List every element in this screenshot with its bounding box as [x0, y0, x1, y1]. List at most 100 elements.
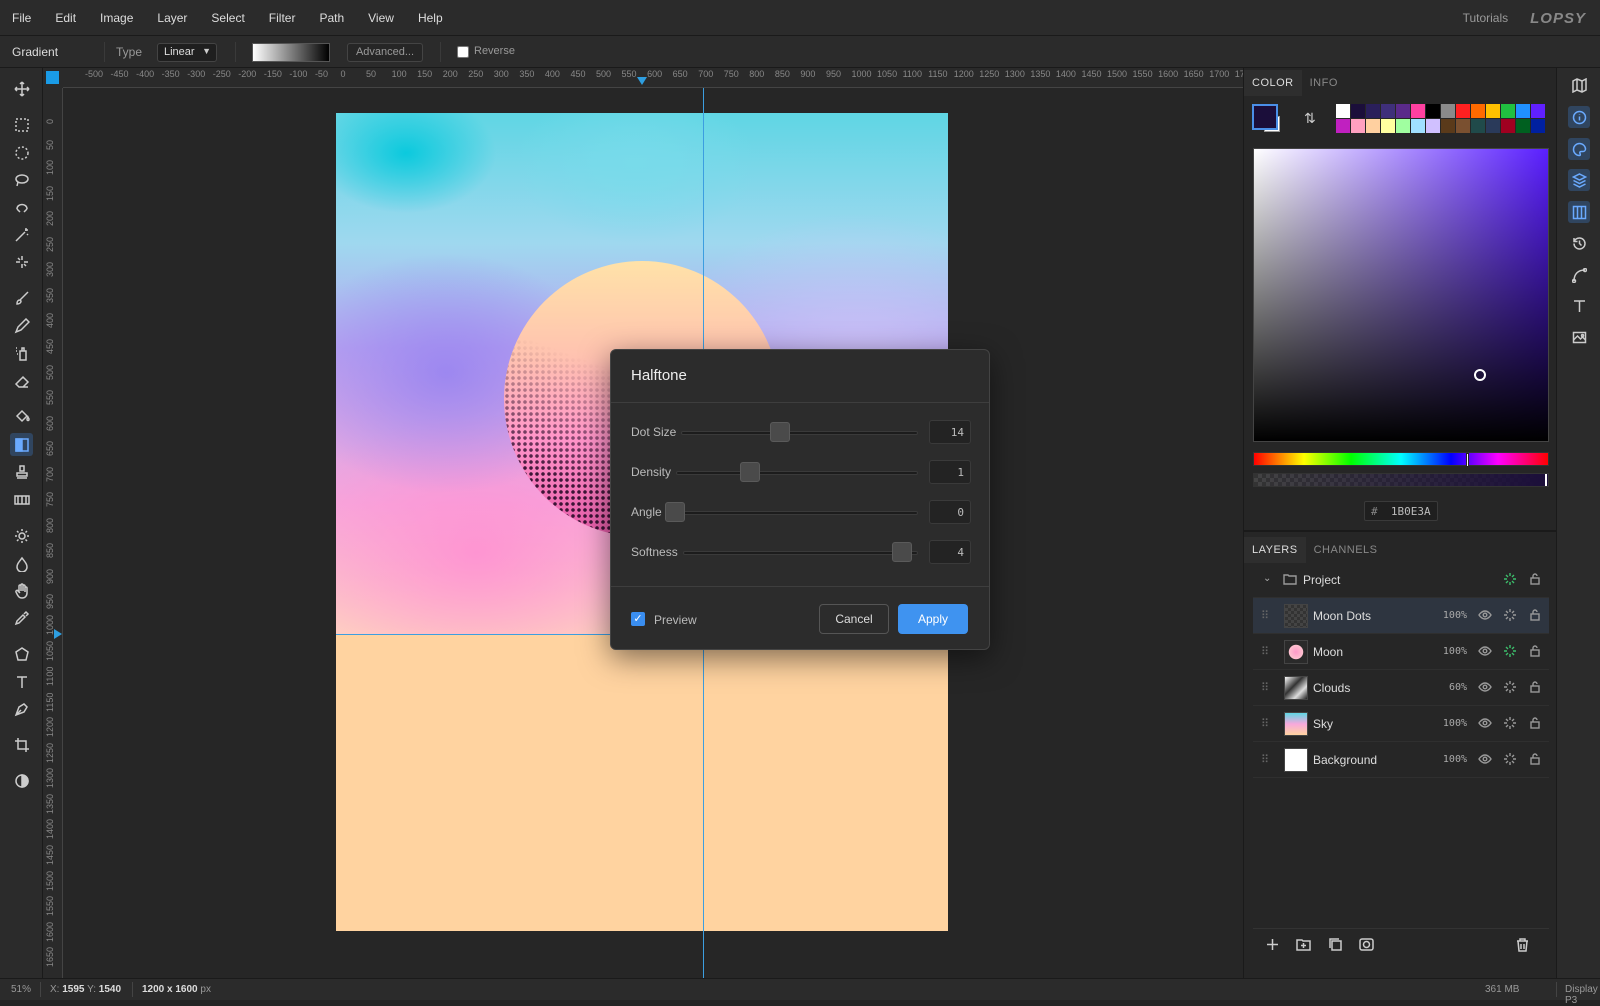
- color-swatch[interactable]: [1501, 104, 1515, 118]
- chevron-down-icon[interactable]: ⌄: [1263, 573, 1271, 584]
- drag-handle-icon[interactable]: ⠿: [1261, 609, 1269, 622]
- layer-opacity[interactable]: 100%: [1443, 610, 1467, 621]
- paths-icon[interactable]: [1568, 264, 1590, 286]
- alpha-slider[interactable]: [1253, 473, 1549, 487]
- layer-row-sky[interactable]: ⠿ Sky 100%: [1253, 706, 1549, 742]
- fx-icon[interactable]: [1503, 608, 1519, 624]
- param-slider-thumb[interactable]: [891, 542, 912, 562]
- color-swatch[interactable]: [1366, 119, 1380, 133]
- menu-view[interactable]: View: [356, 11, 406, 25]
- layer-group-row[interactable]: ⌄ Project: [1253, 562, 1549, 598]
- color-picker-field[interactable]: [1253, 148, 1549, 442]
- delete-layer-icon[interactable]: [1515, 937, 1533, 955]
- color-swatch[interactable]: [1396, 104, 1410, 118]
- menu-path[interactable]: Path: [307, 11, 356, 25]
- param-value-input[interactable]: 14: [929, 420, 971, 444]
- eraser-tool[interactable]: [10, 369, 33, 392]
- menu-file[interactable]: File: [0, 11, 43, 25]
- character-icon[interactable]: [1568, 295, 1590, 317]
- menu-image[interactable]: Image: [88, 11, 145, 25]
- palette-icon[interactable]: [1568, 138, 1590, 160]
- color-swatch[interactable]: [1351, 119, 1365, 133]
- lock-icon[interactable]: [1528, 608, 1544, 624]
- layer-opacity[interactable]: 100%: [1443, 754, 1467, 765]
- guide-marker-top[interactable]: [637, 77, 647, 85]
- cancel-button[interactable]: Cancel: [819, 604, 889, 634]
- fx-icon[interactable]: [1503, 572, 1519, 588]
- color-swatch[interactable]: [1516, 104, 1530, 118]
- color-swatch[interactable]: [1381, 104, 1395, 118]
- drag-handle-icon[interactable]: ⠿: [1261, 717, 1269, 730]
- fx-icon[interactable]: [1503, 752, 1519, 768]
- eyedropper-tool[interactable]: [10, 606, 33, 629]
- zoom-level[interactable]: 51%: [11, 984, 31, 995]
- ruler-origin-marker[interactable]: [46, 71, 59, 84]
- menu-edit[interactable]: Edit: [43, 11, 88, 25]
- layer-row-background[interactable]: ⠿ Background 100%: [1253, 742, 1549, 778]
- param-slider-thumb[interactable]: [769, 422, 790, 442]
- picker-handle[interactable]: [1474, 369, 1486, 381]
- fx-icon[interactable]: [1503, 716, 1519, 732]
- param-value-input[interactable]: 4: [929, 540, 971, 564]
- menu-help[interactable]: Help: [406, 11, 455, 25]
- color-swatch[interactable]: [1486, 104, 1500, 118]
- magnetic-lasso-tool[interactable]: [10, 195, 33, 218]
- smudge-tool[interactable]: [10, 579, 33, 602]
- quick-select-tool[interactable]: [10, 250, 33, 273]
- eye-icon[interactable]: [1478, 644, 1494, 660]
- color-swatch[interactable]: [1411, 119, 1425, 133]
- lock-icon[interactable]: [1528, 644, 1544, 660]
- param-slider[interactable]: [665, 511, 918, 515]
- gradient-preview[interactable]: [252, 43, 330, 62]
- color-swatch[interactable]: [1366, 104, 1380, 118]
- magic-wand-tool[interactable]: [10, 223, 33, 246]
- color-swatch[interactable]: [1531, 119, 1545, 133]
- layers-icon[interactable]: [1568, 169, 1590, 191]
- preview-checkbox[interactable]: ✓: [631, 612, 645, 626]
- mask-icon[interactable]: [1359, 937, 1377, 955]
- eye-icon[interactable]: [1478, 716, 1494, 732]
- tab-channels[interactable]: CHANNELS: [1306, 537, 1386, 563]
- color-swatch[interactable]: [1441, 104, 1455, 118]
- menu-select[interactable]: Select: [199, 11, 256, 25]
- pencil-tool[interactable]: [10, 314, 33, 337]
- lock-icon[interactable]: [1528, 752, 1544, 768]
- menu-filter[interactable]: Filter: [257, 11, 308, 25]
- new-group-icon[interactable]: [1296, 937, 1314, 955]
- eye-icon[interactable]: [1478, 680, 1494, 696]
- menu-layer[interactable]: Layer: [145, 11, 199, 25]
- lock-icon[interactable]: [1528, 716, 1544, 732]
- gradient-type-select[interactable]: Linear ▼: [157, 43, 217, 62]
- param-slider[interactable]: [681, 431, 918, 435]
- fill-tool[interactable]: [10, 405, 33, 428]
- color-swatch[interactable]: [1381, 119, 1395, 133]
- color-swatch[interactable]: [1501, 119, 1515, 133]
- history-icon[interactable]: [1568, 232, 1590, 254]
- layer-row-clouds[interactable]: ⠿ Clouds 60%: [1253, 670, 1549, 706]
- hue-slider-thumb[interactable]: [1466, 453, 1469, 467]
- layer-row-moon[interactable]: ⠿ Moon 100%: [1253, 634, 1549, 670]
- foreground-color-swatch[interactable]: [1252, 104, 1278, 130]
- pen-tool[interactable]: [10, 697, 33, 720]
- param-slider-thumb[interactable]: [740, 462, 761, 482]
- layer-row-moon-dots[interactable]: ⠿ Moon Dots 100%: [1253, 598, 1549, 634]
- tab-info[interactable]: INFO: [1302, 70, 1346, 96]
- swap-colors-icon[interactable]: ⇅: [1304, 110, 1316, 127]
- info-icon[interactable]: [1568, 106, 1590, 128]
- color-swatch[interactable]: [1351, 104, 1365, 118]
- color-swatch[interactable]: [1456, 119, 1470, 133]
- image-adjust-icon[interactable]: [1568, 326, 1590, 348]
- blur-tool[interactable]: [10, 552, 33, 575]
- layer-opacity[interactable]: 60%: [1449, 682, 1467, 693]
- eye-icon[interactable]: [1478, 608, 1494, 624]
- fx-icon[interactable]: [1503, 680, 1519, 696]
- lasso-tool[interactable]: [10, 168, 33, 191]
- hue-slider[interactable]: [1253, 452, 1549, 467]
- shape-tool[interactable]: [10, 642, 33, 665]
- fx-icon[interactable]: [1503, 644, 1519, 660]
- reverse-checkbox[interactable]: [457, 46, 469, 58]
- drag-handle-icon[interactable]: ⠿: [1261, 645, 1269, 658]
- drag-handle-icon[interactable]: ⠿: [1261, 681, 1269, 694]
- dodge-tool[interactable]: [10, 524, 33, 547]
- tab-color[interactable]: COLOR: [1244, 70, 1302, 96]
